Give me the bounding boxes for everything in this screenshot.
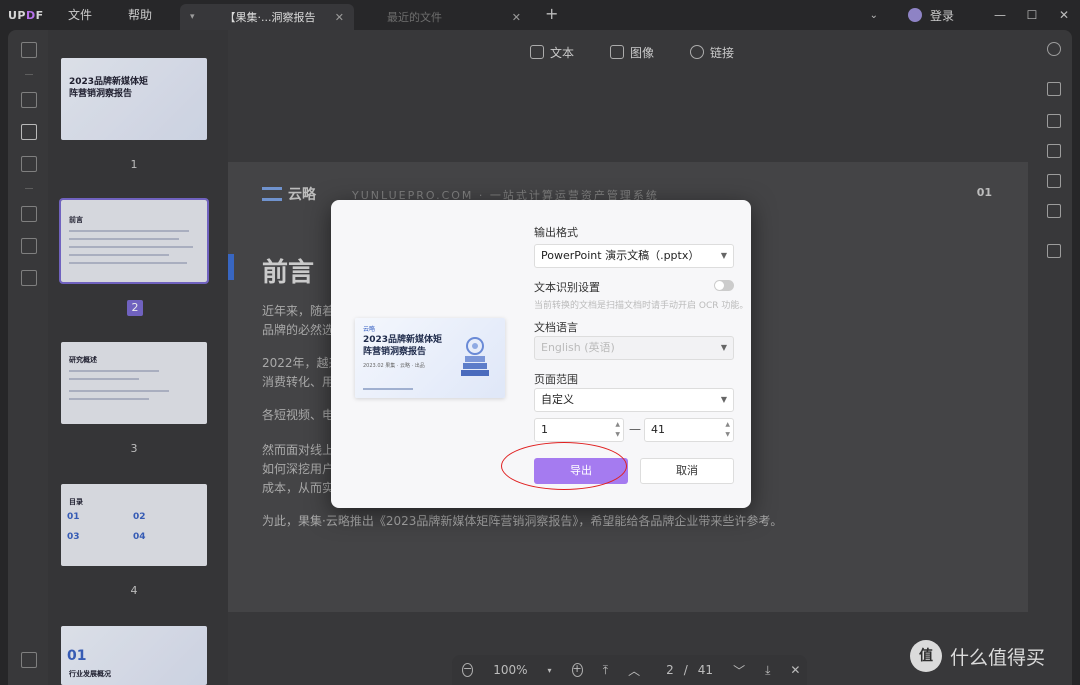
document-preview: 云略 2023品牌新媒体矩阵营销洞察报告 2023.02 果集 · 云略 · 出… (355, 318, 505, 398)
toggle-knob (715, 281, 724, 290)
ocr-settings-label: 文本识别设置 (534, 281, 600, 294)
document-language-select[interactable]: English (英语) ▼ (534, 336, 734, 360)
output-format-select[interactable]: PowerPoint 演示文稿（.pptx） ▼ (534, 244, 734, 268)
preview-subtitle: 2023.02 果集 · 云略 · 出品 (363, 363, 425, 369)
preview-footer-line (363, 388, 413, 390)
annotation-ellipse (501, 442, 627, 490)
preview-illustration (461, 337, 489, 376)
range-from-value: 1 (541, 423, 548, 436)
output-format-label: 输出格式 (534, 226, 578, 239)
chevron-down-icon: ▼ (720, 343, 727, 352)
range-dash: — (629, 422, 641, 436)
range-to-input[interactable]: 41 ▲ ▼ (644, 418, 734, 442)
ocr-toggle[interactable] (714, 280, 734, 291)
output-format-value: PowerPoint 演示文稿（.pptx） (541, 249, 700, 262)
page-range-label: 页面范围 (534, 373, 578, 386)
range-from-input[interactable]: 1 ▲ ▼ (534, 418, 624, 442)
document-language-value: English (英语) (541, 341, 615, 354)
chevron-down-icon: ▼ (720, 251, 727, 260)
ocr-hint: 当前转换的文档是扫描文档时请手动开启 OCR 功能。 (534, 301, 749, 311)
stepper-icon[interactable]: ▲ ▼ (615, 420, 620, 440)
range-to-value: 41 (651, 423, 665, 436)
preview-logo: 云略 (363, 326, 376, 333)
document-language-label: 文档语言 (534, 321, 578, 334)
page-range-value: 自定义 (541, 393, 574, 406)
cancel-button[interactable]: 取消 (640, 458, 734, 484)
preview-title: 2023品牌新媒体矩阵营销洞察报告 (363, 335, 443, 357)
page-range-select[interactable]: 自定义 ▼ (534, 388, 734, 412)
chevron-down-icon: ▼ (720, 395, 727, 404)
stepper-icon[interactable]: ▲ ▼ (725, 420, 730, 440)
